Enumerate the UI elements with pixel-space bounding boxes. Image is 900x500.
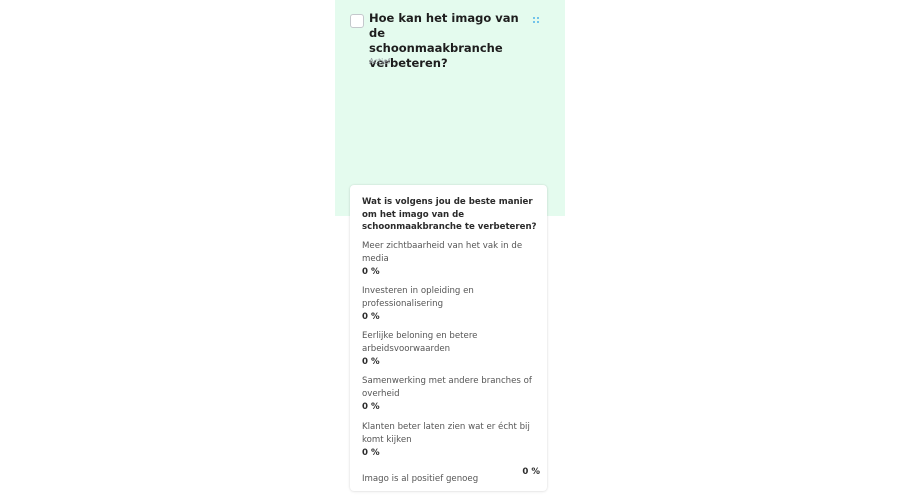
poll-option-percent: 0 % — [362, 266, 380, 277]
poll-title: Hoe kan het imago van de schoonmaakbranc… — [369, 11, 519, 70]
poll-option-percent: 0 % — [362, 401, 380, 412]
drag-handle-icon[interactable] — [533, 17, 541, 27]
poll-option-label: Investeren in opleiding en professionali… — [362, 286, 474, 309]
poll-option-percent: 0 % — [362, 447, 380, 458]
poll-status: Actief — [369, 57, 391, 66]
poll-option-percent: 0 % — [362, 311, 380, 322]
poll-option[interactable]: Meer zichtbaarheid van het vak in de med… — [362, 240, 540, 278]
poll-option-percent: 0 % — [362, 356, 380, 367]
poll-option[interactable]: Klanten beter laten zien wat er écht bij… — [362, 421, 540, 459]
poll-header: Hoe kan het imago van de schoonmaakbranc… — [335, 0, 565, 216]
poll-option-label: Samenwerking met andere branches of over… — [362, 376, 532, 399]
poll-card: Wat is volgens jou de beste manier om he… — [350, 185, 547, 491]
poll-option[interactable]: Eerlijke beloning en betere arbeidsvoorw… — [362, 330, 540, 368]
poll-option[interactable]: Samenwerking met andere branches of over… — [362, 375, 540, 413]
poll-select-checkbox[interactable] — [350, 14, 364, 28]
poll-option[interactable]: Imago is al positief genoeg 0 % — [362, 466, 540, 486]
poll-question: Wat is volgens jou de beste manier om he… — [362, 197, 537, 233]
poll-option-label: Klanten beter laten zien wat er écht bij… — [362, 422, 530, 445]
poll-option[interactable]: Investeren in opleiding en professionali… — [362, 285, 540, 323]
poll-option-label: Eerlijke beloning en betere arbeidsvoorw… — [362, 331, 478, 354]
poll-option-label: Meer zichtbaarheid van het vak in de med… — [362, 241, 523, 264]
poll-option-label: Imago is al positief genoeg — [362, 474, 479, 484]
poll-option-percent: 0 % — [522, 467, 540, 477]
